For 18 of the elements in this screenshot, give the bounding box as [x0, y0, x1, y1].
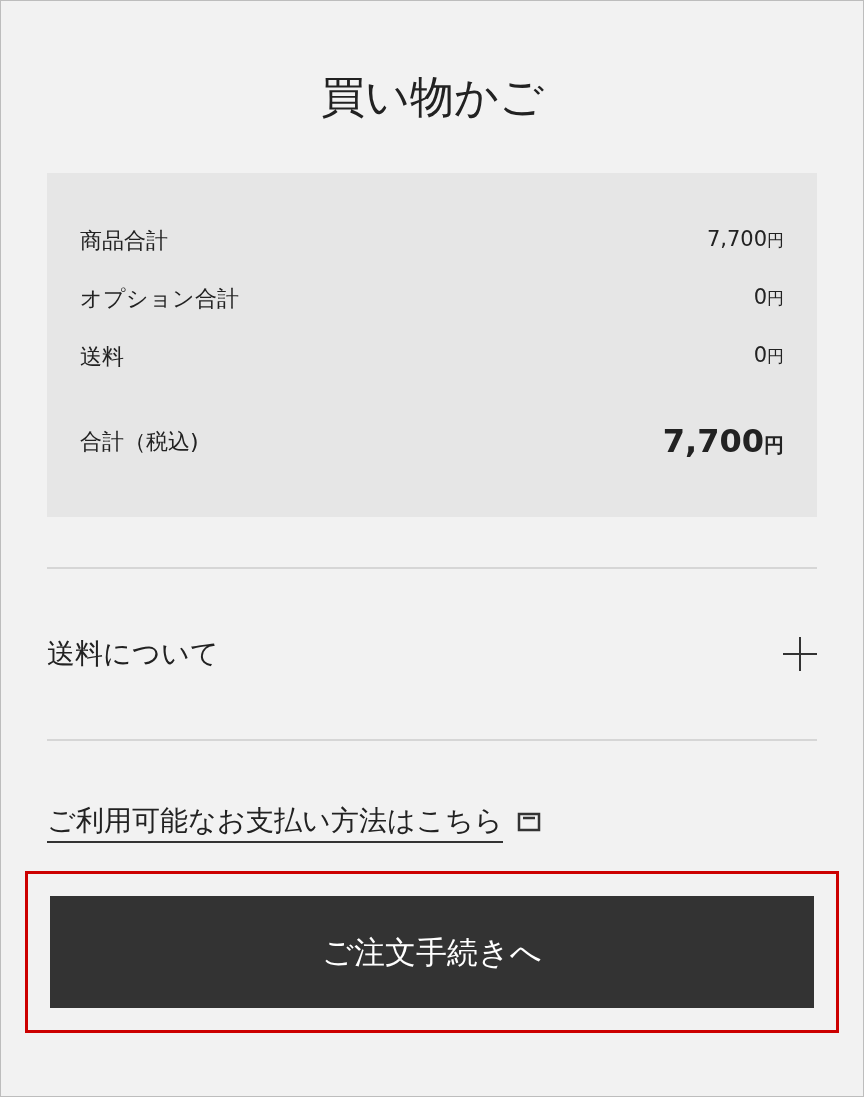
payment-methods-link[interactable]: ご利用可能なお支払い方法はこちら — [47, 801, 503, 843]
currency-unit: 円 — [767, 229, 784, 253]
summary-amount: 7,700 — [706, 226, 767, 254]
page-title: 買い物かご — [320, 70, 544, 124]
summary-label: 商品合計 — [80, 226, 168, 255]
summary-label: 送料 — [80, 342, 124, 371]
summary-amount: 0 — [753, 342, 767, 370]
currency-unit: 円 — [767, 345, 784, 369]
new-window-icon — [517, 812, 541, 832]
summary-amount: 0 — [753, 284, 767, 312]
summary-amount: 7,700 — [662, 421, 764, 462]
summary-label: 合計（税込) — [80, 427, 199, 456]
shipping-accordion[interactable]: 送料について — [47, 569, 817, 739]
currency-unit: 円 — [764, 432, 784, 459]
plus-icon — [783, 637, 817, 671]
summary-label: オプション合計 — [80, 284, 239, 313]
currency-unit: 円 — [767, 287, 784, 311]
checkout-button[interactable]: ご注文手続きへ — [50, 896, 814, 1008]
